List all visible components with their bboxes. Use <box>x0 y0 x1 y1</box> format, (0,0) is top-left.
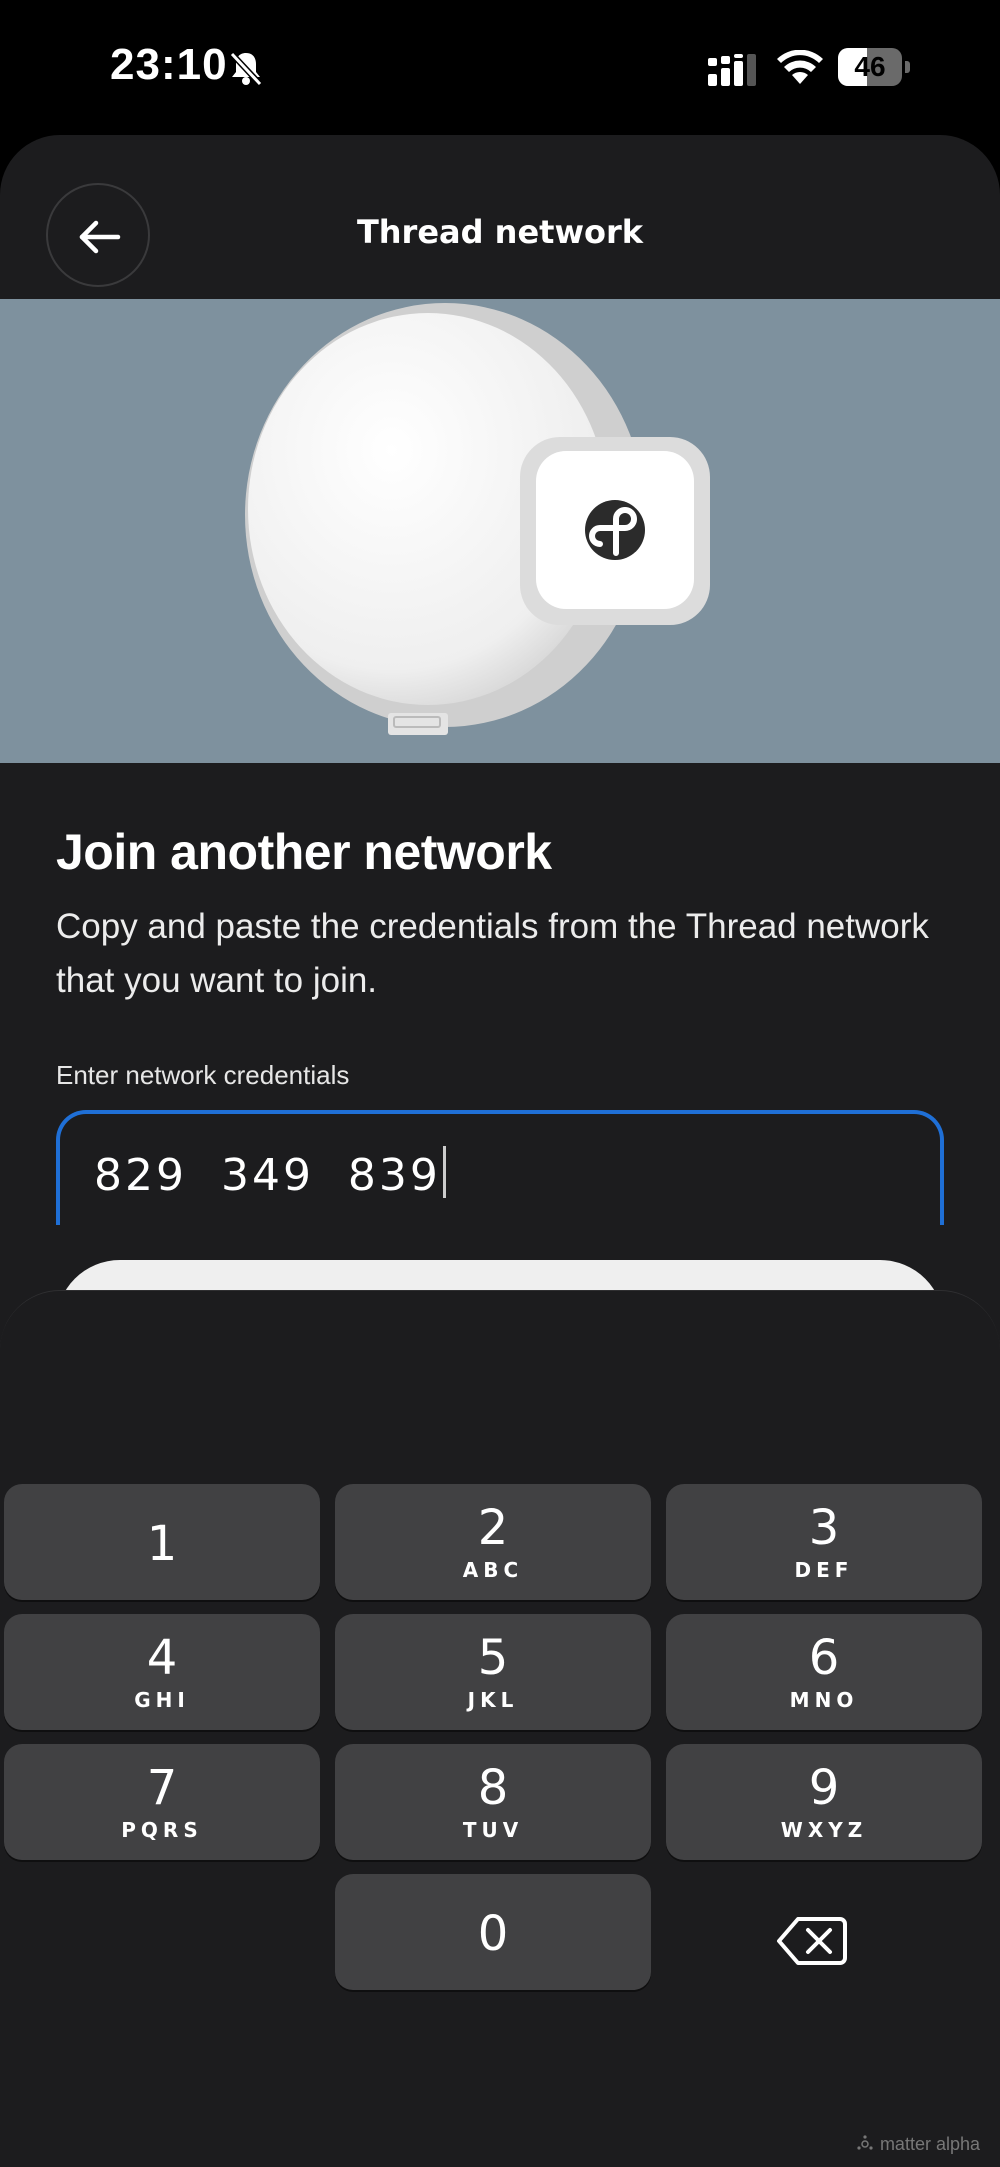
key-4[interactable]: 4 GHI <box>4 1614 320 1730</box>
matter-logo-icon <box>857 2135 873 2150</box>
page-title: Thread network <box>356 213 644 251</box>
hero-image <box>0 299 1000 763</box>
thread-logo-icon <box>585 500 645 560</box>
key-8[interactable]: 8 TUV <box>335 1744 651 1860</box>
backspace-icon[interactable] <box>776 1913 848 1969</box>
key-5[interactable]: 5 JKL <box>335 1614 651 1730</box>
key-3[interactable]: 3 DEF <box>666 1484 982 1600</box>
wifi-icon <box>777 50 823 84</box>
battery-level: 46 <box>854 51 886 82</box>
battery-icon: 46 <box>838 48 912 86</box>
numeric-keypad: 1 2 ABC 3 DEF 4 GHI 5 JKL 6 MNO 7 PQRS 8 TUV 9W… <box>0 1290 1000 2033</box>
credentials-input[interactable]: 829 349 839 <box>56 1110 944 1225</box>
section-heading: Join another network <box>56 824 552 880</box>
device-illustration <box>245 303 710 735</box>
key-1[interactable]: 1 <box>4 1484 320 1600</box>
credentials-label: Enter network credentials <box>56 1060 350 1090</box>
text-caret <box>442 1146 446 1198</box>
cellular-signal-icon <box>708 54 756 86</box>
watermark: matter alpha <box>856 2134 980 2155</box>
section-description: Copy and paste the credentials from the … <box>56 907 929 1000</box>
key-6[interactable]: 6 MNO <box>666 1614 982 1730</box>
key-2[interactable]: 2 ABC <box>335 1484 651 1600</box>
status-time: 23:10 <box>110 40 228 89</box>
credentials-value: 829 349 839 <box>94 1150 441 1201</box>
key-9[interactable]: 9 WXYZ <box>666 1744 982 1860</box>
key-0[interactable]: 0 <box>335 1874 651 1990</box>
key-7[interactable]: 7 PQRS <box>4 1744 320 1860</box>
watermark-text: matter alpha <box>879 2134 980 2154</box>
bell-muted-icon <box>229 51 263 87</box>
status-bar: 23:10 46 <box>0 0 1000 135</box>
